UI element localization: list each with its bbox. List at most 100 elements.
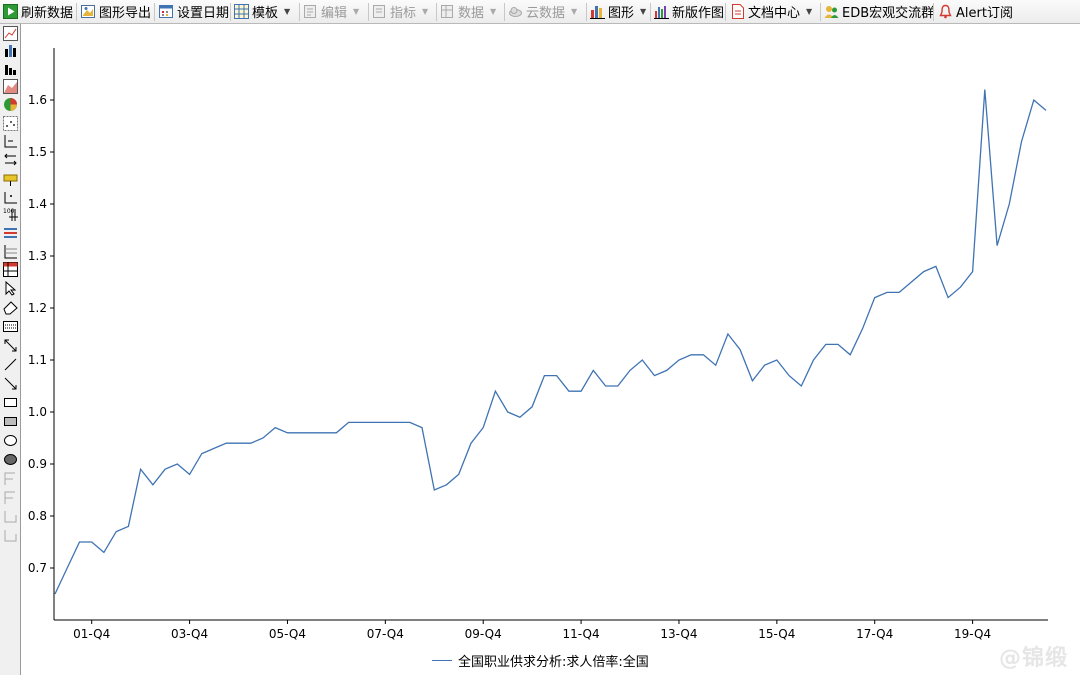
new-chart-button[interactable]: 新版作图 xyxy=(651,0,724,23)
label-tag-icon[interactable] xyxy=(3,172,18,187)
rectangle-tool-icon[interactable] xyxy=(3,395,18,410)
pie-chart-icon[interactable] xyxy=(3,97,18,112)
alert-subscribe-label: Alert订阅 xyxy=(956,6,1013,21)
area-chart-icon[interactable] xyxy=(3,79,18,94)
filled-ellipse-icon[interactable] xyxy=(3,452,18,467)
cloud-data-label: 云数据 xyxy=(526,6,566,21)
document-icon xyxy=(730,4,745,19)
x-tick-label: 07-Q4 xyxy=(367,627,404,641)
bar-chart-icon[interactable] xyxy=(3,43,18,58)
data-icon xyxy=(440,4,455,19)
chart-legend: 全国职业供求分析:求人倍率:全国 xyxy=(432,650,649,670)
indicator-dropdown[interactable]: 指标 ▼ xyxy=(369,0,435,23)
y-tick-label: 1.3 xyxy=(28,249,47,263)
refresh-data-button[interactable]: 刷新数据 xyxy=(0,0,74,23)
export-chart-label: 图形导出 xyxy=(99,6,152,21)
alert-subscribe-button[interactable]: Alert订阅 xyxy=(935,0,1015,23)
axis-icon[interactable] xyxy=(3,134,18,149)
cloud-icon xyxy=(508,4,523,19)
x-tick-label: 13-Q4 xyxy=(660,627,697,641)
y-tick-label: 1.0 xyxy=(28,405,47,419)
graph-dropdown[interactable]: 图形 ▼ xyxy=(587,0,649,23)
edit-label: 编辑 xyxy=(321,6,348,21)
bar-chart-icon xyxy=(590,4,605,19)
x-tick-label: 01-Q4 xyxy=(73,627,110,641)
calendar-icon xyxy=(159,4,174,19)
ellipse-tool-icon[interactable] xyxy=(3,433,18,448)
x-tick-label: 03-Q4 xyxy=(171,627,208,641)
chevron-down-icon: ▼ xyxy=(422,7,429,16)
x-tick-label: 15-Q4 xyxy=(758,627,795,641)
scatter-chart-icon[interactable] xyxy=(3,116,18,131)
edit-dropdown[interactable]: 编辑 ▼ xyxy=(300,0,366,23)
bracket-line-icon xyxy=(4,530,17,542)
data-label-icon[interactable]: 100 xyxy=(3,207,18,222)
axis-marker-icon[interactable] xyxy=(3,190,18,205)
table-grid-icon xyxy=(234,4,249,19)
template-label: 模板 xyxy=(252,6,279,21)
doc-center-dropdown[interactable]: 文档中心 ▼ xyxy=(727,0,821,23)
y-tick-label: 1.6 xyxy=(28,93,47,107)
x-tick-label: 05-Q4 xyxy=(269,627,306,641)
edb-group-label: EDB宏观交流群 xyxy=(842,6,935,21)
chevron-down-icon: ▼ xyxy=(490,7,497,16)
x-tick-label: 11-Q4 xyxy=(563,627,600,641)
arrow-line-icon[interactable] xyxy=(3,338,18,353)
line-chart: 0.7 0.8 0.9 1.0 1.1 1.2 1.3 1.4 1.5 1.6 01-Q4 03-Q… xyxy=(28,48,1048,641)
doc-center-label: 文档中心 xyxy=(748,6,801,21)
pointer-icon[interactable] xyxy=(3,281,18,296)
y-tick-label: 0.9 xyxy=(28,457,47,471)
line-tool-icon[interactable] xyxy=(3,357,18,372)
set-date-button[interactable]: 设置日期 xyxy=(156,0,229,23)
y-tick-label: 1.4 xyxy=(28,197,47,211)
main-toolbar: 刷新数据 图形导出 设置日期 模板 ▼ 编辑 ▼ 指标 ▼ 数据 ▼ 云数据 ▼… xyxy=(0,0,1080,24)
x-tick-label: 19-Q4 xyxy=(954,627,991,641)
chevron-down-icon: ▼ xyxy=(353,7,360,16)
chevron-down-icon: ▼ xyxy=(284,7,291,16)
line-chart-icon[interactable] xyxy=(3,26,18,41)
indicator-icon xyxy=(372,4,387,19)
template-dropdown[interactable]: 模板 ▼ xyxy=(231,0,297,23)
people-icon xyxy=(824,4,839,19)
column-chart-icon[interactable] xyxy=(3,61,18,76)
data-dropdown[interactable]: 数据 ▼ xyxy=(437,0,503,23)
bell-icon xyxy=(938,4,953,19)
data-label: 数据 xyxy=(458,6,485,21)
play-icon xyxy=(3,4,18,19)
step-line-icon xyxy=(4,472,15,485)
edit-icon xyxy=(303,4,318,19)
y-tick-label: 0.7 xyxy=(28,561,47,575)
legend-list-icon[interactable] xyxy=(3,226,18,241)
y-tick-label: 0.8 xyxy=(28,509,47,523)
keyboard-icon[interactable] xyxy=(3,319,18,334)
legend-swatch xyxy=(432,659,452,661)
svg-text:100: 100 xyxy=(3,208,15,215)
x-tick-label: 09-Q4 xyxy=(465,627,502,641)
y-tick-label: 1.2 xyxy=(28,301,47,315)
series-line[interactable] xyxy=(54,89,1047,595)
refresh-data-label: 刷新数据 xyxy=(21,6,74,21)
chevron-down-icon: ▼ xyxy=(571,7,578,16)
gridlines-icon[interactable] xyxy=(3,244,18,259)
set-date-label: 设置日期 xyxy=(177,6,230,21)
x-tick-label: 17-Q4 xyxy=(856,627,893,641)
step-line-icon xyxy=(4,491,15,504)
watermark: @锦缎 xyxy=(998,646,1068,671)
swap-arrows-icon[interactable] xyxy=(3,152,18,167)
chevron-down-icon: ▼ xyxy=(806,7,813,16)
image-export-icon xyxy=(81,4,96,19)
indicator-label: 指标 xyxy=(390,6,417,21)
cloud-data-dropdown[interactable]: 云数据 ▼ xyxy=(505,0,585,23)
edb-group-button[interactable]: EDB宏观交流群 xyxy=(821,0,935,23)
graph-label: 图形 xyxy=(608,6,635,21)
bar-chart-icon xyxy=(654,4,669,19)
table-icon[interactable] xyxy=(3,262,18,277)
chevron-down-icon: ▼ xyxy=(640,7,647,16)
arrow-tool-icon[interactable] xyxy=(3,376,18,391)
eraser-icon[interactable] xyxy=(3,300,18,315)
y-tick-label: 1.5 xyxy=(28,145,47,159)
filled-rectangle-icon[interactable] xyxy=(3,414,18,429)
legend-series-label: 全国职业供求分析:求人倍率:全国 xyxy=(458,654,649,670)
bracket-line-icon xyxy=(4,511,17,523)
export-chart-button[interactable]: 图形导出 xyxy=(78,0,152,23)
